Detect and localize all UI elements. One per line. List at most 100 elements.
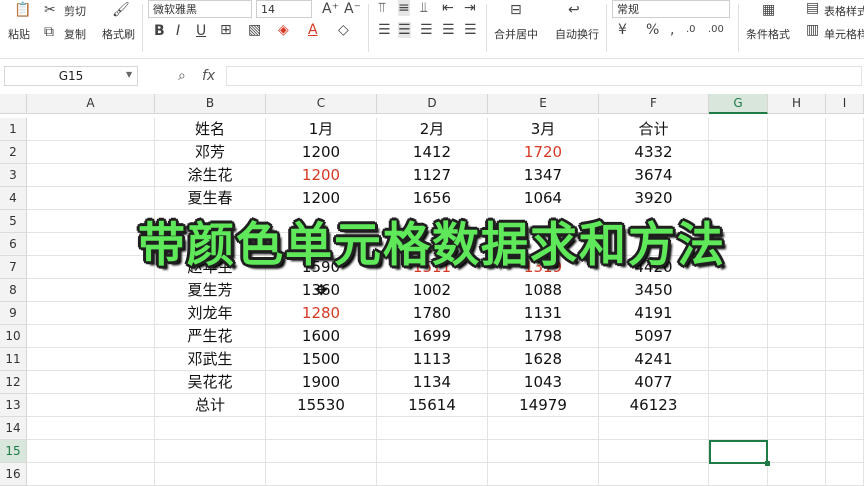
cell-g3[interactable] [709,164,768,187]
cell-e9[interactable]: 1131 [488,302,599,325]
cell-f3[interactable]: 3674 [599,164,709,187]
cell-e16[interactable] [488,463,599,486]
scissors-icon[interactable]: ✂ [44,2,56,18]
cell-a2[interactable] [27,141,155,164]
cell-d11[interactable]: 1113 [377,348,488,371]
cut-button[interactable]: 剪切 [64,3,86,19]
cell-c15[interactable] [266,440,377,463]
cell-g8[interactable] [709,279,768,302]
column-header-h[interactable]: H [768,94,826,114]
paste-icon[interactable]: 📋 [14,2,31,18]
cell-b1[interactable]: 姓名 [155,118,266,141]
cell-b2[interactable]: 邓芳 [155,141,266,164]
cell-a10[interactable] [27,325,155,348]
distribute-icon[interactable]: ☰ [464,22,477,38]
cell-g13[interactable] [709,394,768,417]
cell-d10[interactable]: 1699 [377,325,488,348]
cell-f13[interactable]: 46123 [599,394,709,417]
row-header-12[interactable]: 12 [0,371,27,394]
cell-f2[interactable]: 4332 [599,141,709,164]
increase-font-icon[interactable]: A⁺ [322,1,339,17]
border-icon[interactable]: ⊞ [220,22,232,38]
cell-i15[interactable] [826,440,864,463]
cell-h2[interactable] [768,141,826,164]
cell-e12[interactable]: 1043 [488,371,599,394]
zoom-icon[interactable]: ⌕ [178,68,186,84]
row-header-13[interactable]: 13 [0,394,27,417]
cell-b3[interactable]: 涂生花 [155,164,266,187]
cell-b13[interactable]: 总计 [155,394,266,417]
cell-e8[interactable]: 1088 [488,279,599,302]
cell-a13[interactable] [27,394,155,417]
cell-i12[interactable] [826,371,864,394]
selected-cell-g15[interactable] [709,440,768,464]
cell-b14[interactable] [155,417,266,440]
column-header-g[interactable]: G [709,94,768,114]
column-header-b[interactable]: B [155,94,266,114]
cell-a12[interactable] [27,371,155,394]
number-format-select[interactable]: 常规 [612,0,730,18]
align-middle-icon[interactable]: ≡ [398,0,410,16]
cell-i2[interactable] [826,141,864,164]
cell-h15[interactable] [768,440,826,463]
cell-b15[interactable] [155,440,266,463]
cell-g12[interactable] [709,371,768,394]
cell-b8[interactable]: 夏生芳 [155,279,266,302]
cell-g9[interactable] [709,302,768,325]
cell-a3[interactable] [27,164,155,187]
cell-c14[interactable] [266,417,377,440]
font-name-select[interactable]: 微软雅黑 [148,0,252,18]
conditional-format-button[interactable]: 条件格式 [746,26,790,42]
cell-e15[interactable] [488,440,599,463]
cell-i9[interactable] [826,302,864,325]
cell-h1[interactable] [768,118,826,141]
cell-g10[interactable] [709,325,768,348]
cell-a15[interactable] [27,440,155,463]
cell-h9[interactable] [768,302,826,325]
cell-c11[interactable]: 1500 [266,348,377,371]
cell-i8[interactable] [826,279,864,302]
cell-f8[interactable]: 3450 [599,279,709,302]
row-header-2[interactable]: 2 [0,141,27,164]
cell-g2[interactable] [709,141,768,164]
cell-a11[interactable] [27,348,155,371]
cell-e14[interactable] [488,417,599,440]
cell-i11[interactable] [826,348,864,371]
cell-f16[interactable] [599,463,709,486]
cell-style-button[interactable]: 单元格样 [824,26,864,42]
outdent-icon[interactable]: ⇤ [442,0,454,16]
row-header-9[interactable]: 9 [0,302,27,325]
align-bottom-icon[interactable]: ⫫ [420,0,428,16]
increase-decimal-icon[interactable]: .0 [686,22,696,38]
select-all-corner[interactable] [0,94,27,114]
row-header-3[interactable]: 3 [0,164,27,187]
percent-icon[interactable]: % [646,22,659,38]
align-right-icon[interactable]: ☰ [420,22,433,38]
cell-a9[interactable] [27,302,155,325]
cell-c2[interactable]: 1200 [266,141,377,164]
cell-d3[interactable]: 1127 [377,164,488,187]
cell-g16[interactable] [709,463,768,486]
table-style-button[interactable]: 表格样式 [824,3,864,19]
formula-input[interactable] [226,66,862,86]
cell-e1[interactable]: 3月 [488,118,599,141]
cell-i1[interactable] [826,118,864,141]
cell-c10[interactable]: 1600 [266,325,377,348]
cell-c1[interactable]: 1月 [266,118,377,141]
italic-icon[interactable]: I [176,23,180,39]
column-header-a[interactable]: A [27,94,155,114]
merge-center-button[interactable]: 合并居中 [494,26,538,42]
cell-h11[interactable] [768,348,826,371]
cell-d1[interactable]: 2月 [377,118,488,141]
align-left-icon[interactable]: ☰ [378,22,391,38]
column-header-i[interactable]: I [826,94,864,114]
cell-b12[interactable]: 吴花花 [155,371,266,394]
cell-d14[interactable] [377,417,488,440]
align-center-icon[interactable]: ☰ [398,22,411,38]
cell-d8[interactable]: 1002 [377,279,488,302]
column-header-f[interactable]: F [599,94,709,114]
cell-c3[interactable]: 1200 [266,164,377,187]
cell-b10[interactable]: 严生花 [155,325,266,348]
cell-h10[interactable] [768,325,826,348]
row-header-16[interactable]: 16 [0,463,27,486]
